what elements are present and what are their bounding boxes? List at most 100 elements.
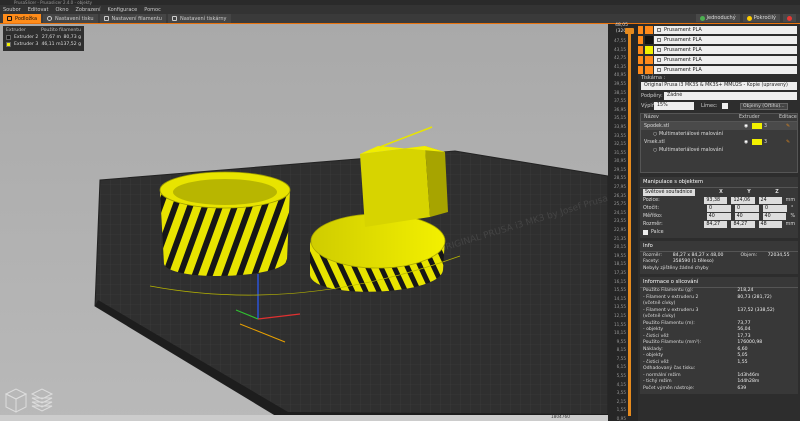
mode-expert-button[interactable] xyxy=(783,14,796,22)
printer-select[interactable]: Original Prusa i3 MK3S & MK3S+ MMU2S - K… xyxy=(641,82,797,90)
slider-tick-label: 24,15 xyxy=(614,209,626,215)
object-extruder[interactable]: 3 xyxy=(764,140,786,145)
object-row[interactable]: Spodek.stl ◉ 3 ✎ xyxy=(641,122,797,130)
brim-label: Límec: xyxy=(701,103,718,109)
filament-color-box[interactable] xyxy=(645,25,653,34)
menu-konfigurace[interactable]: Konfigurace xyxy=(108,7,138,13)
size-y-input[interactable]: 84,27 xyxy=(731,220,755,228)
inches-checkbox[interactable] xyxy=(643,229,648,235)
layers-view-icon[interactable] xyxy=(30,386,54,414)
filament-legend: Extruder Použito filamentu Extruder 2 27,… xyxy=(3,26,84,51)
slider-tick-label: 35,15 xyxy=(614,115,626,121)
tab-printer-settings[interactable]: Nastavení tiskárny xyxy=(167,14,231,23)
menu-pomoc[interactable]: Pomoc xyxy=(144,7,161,13)
tab-plater[interactable]: Podložka xyxy=(3,14,42,23)
layer-slider[interactable]: 48,05 (320) 47,55 43,15 42,75 41,35 40,95 39,5… xyxy=(608,23,638,421)
tab-print-settings[interactable]: Nastavení tisku xyxy=(43,14,98,23)
slider-tick-label: 13,55 xyxy=(614,304,626,310)
tab-filament-settings[interactable]: Nastavení filamentu xyxy=(99,14,166,23)
scale-z-input[interactable]: 40 xyxy=(762,212,787,220)
menu-bar: Soubor Editovat Okno Zobrazení Konfigura… xyxy=(0,5,800,14)
edit-icon[interactable]: ✎ xyxy=(786,140,794,145)
lock-icon xyxy=(657,57,661,62)
rotation-z-input[interactable]: 0 xyxy=(763,204,787,212)
slider-tick-label: 47,55 xyxy=(614,38,626,43)
object-list: Název Extruder Editace Spodek.stl ◉ 3 ✎ … xyxy=(640,113,798,173)
mode-simple-button[interactable]: Jednoduchý xyxy=(695,14,740,22)
filament-color-box[interactable] xyxy=(645,35,653,44)
scale-row: Měřítko: 40 40 40 % xyxy=(643,212,795,220)
infill-label: Výplň: xyxy=(641,103,657,109)
slider-tick-label: 26,35 xyxy=(614,192,626,198)
scale-y-input[interactable]: 40 xyxy=(734,212,759,220)
filament-color-box[interactable] xyxy=(645,55,653,64)
menu-zobrazeni[interactable]: Zobrazení xyxy=(76,7,101,13)
slider-tick-label: 18,15 xyxy=(614,261,626,267)
scale-x-input[interactable]: 40 xyxy=(706,212,731,220)
position-z-input[interactable]: 24 xyxy=(758,196,782,204)
coord-system-select[interactable]: Světové souřadnice xyxy=(643,188,695,196)
slider-tick-label: 28,55 xyxy=(614,175,626,181)
slider-tick-label: 23,55 xyxy=(614,218,626,224)
slider-tick-label: 11,55 xyxy=(614,321,626,327)
supports-label: Podpěry: xyxy=(641,93,663,99)
filament-color-box[interactable] xyxy=(645,45,653,54)
slider-tick-label: 6,15 xyxy=(616,364,626,370)
scene-svg: ORIGINAL PRUSA i3 MK3 by Josef Prusa xyxy=(94,126,608,421)
menu-soubor[interactable]: Soubor xyxy=(3,7,21,13)
slider-tick-label: 33,55 xyxy=(614,132,626,138)
slider-tick-label: 9,55 xyxy=(616,338,626,344)
filament-color-swatch xyxy=(638,45,643,54)
view-cube-icon[interactable] xyxy=(4,386,28,414)
size-z-input[interactable]: 48 xyxy=(758,220,782,228)
mode-advanced-button[interactable]: Pokročilý xyxy=(742,14,780,22)
rotation-y-input[interactable]: 0 xyxy=(735,204,759,212)
slider-tick-label: 17,35 xyxy=(614,269,626,275)
horizontal-slider-value: 1804760 xyxy=(0,415,608,421)
filament-row[interactable]: Prusament PLA xyxy=(638,35,797,44)
position-y-input[interactable]: 124,06 xyxy=(731,196,755,204)
legend-row: Extruder 2 27,67 m 80,73 g xyxy=(6,35,81,40)
mode-dot-icon xyxy=(787,15,792,21)
filament-row[interactable]: Prusament PLA xyxy=(638,65,797,74)
eye-icon[interactable]: ◉ xyxy=(744,124,752,129)
info-row: Nebyly zjištěny žádné chyby xyxy=(643,265,709,271)
printer-label: Tiskárna : xyxy=(641,75,666,81)
slider-tick-label: 0,95 xyxy=(616,416,626,421)
filament-row[interactable]: Prusament PLA xyxy=(638,55,797,64)
infill-select[interactable]: 15% xyxy=(654,102,694,110)
position-x-input[interactable]: 93,38 xyxy=(704,196,728,204)
slider-tick-label: 22,95 xyxy=(614,227,626,232)
object-subrow[interactable]: ○ Multimateriálové malování xyxy=(641,146,797,154)
wipe-tower-front xyxy=(360,146,430,227)
rotation-x-input[interactable]: 0 xyxy=(707,204,731,212)
slider-tick-label: 41,35 xyxy=(614,63,626,69)
ring-hole xyxy=(173,179,277,205)
3d-viewport[interactable]: ORIGINAL PRUSA i3 MK3 by Josef Prusa Ext… xyxy=(0,24,608,421)
menu-okno[interactable]: Okno xyxy=(55,7,68,13)
slider-tick-label: 31,55 xyxy=(614,149,626,155)
supports-select[interactable]: Žádné xyxy=(664,92,797,100)
object-row[interactable]: Vrsek.stl ◉ 3 ✎ xyxy=(641,138,797,146)
manipulation-header-row: Světové souřadnice X Y Z xyxy=(643,188,779,196)
menu-editovat[interactable]: Editovat xyxy=(28,7,49,13)
edit-icon[interactable]: ✎ xyxy=(786,124,794,129)
object-extruder[interactable]: 3 xyxy=(764,124,786,129)
size-x-input[interactable]: 84,27 xyxy=(704,220,728,228)
slider-tick-label: 10,15 xyxy=(614,330,626,336)
object-sub-label: Multimateriálové malování xyxy=(659,147,724,153)
legend-grams: 80,73 g xyxy=(63,35,81,40)
supports-row: Podpěry: Žádné xyxy=(638,92,800,100)
object-subrow[interactable]: ○ Multimateriálové malování xyxy=(641,130,797,138)
eye-icon[interactable]: ◉ xyxy=(744,140,752,145)
slider-tick-label: 27,95 xyxy=(614,184,626,190)
filament-row[interactable]: Prusament PLA xyxy=(638,45,797,54)
slider-tick-label: 4,15 xyxy=(616,381,626,387)
slider-tick-label: 30,95 xyxy=(614,158,626,164)
filament-color-box[interactable] xyxy=(645,65,653,74)
slider-tick-label: 20,15 xyxy=(614,244,626,250)
filament-row[interactable]: Prusament PLA xyxy=(638,25,797,34)
legend-header-usage: Použito filamentu xyxy=(41,28,81,33)
brim-checkbox[interactable] xyxy=(722,103,728,109)
wipe-volumes-button[interactable]: Objemy (Ořtiho)... xyxy=(740,102,788,110)
